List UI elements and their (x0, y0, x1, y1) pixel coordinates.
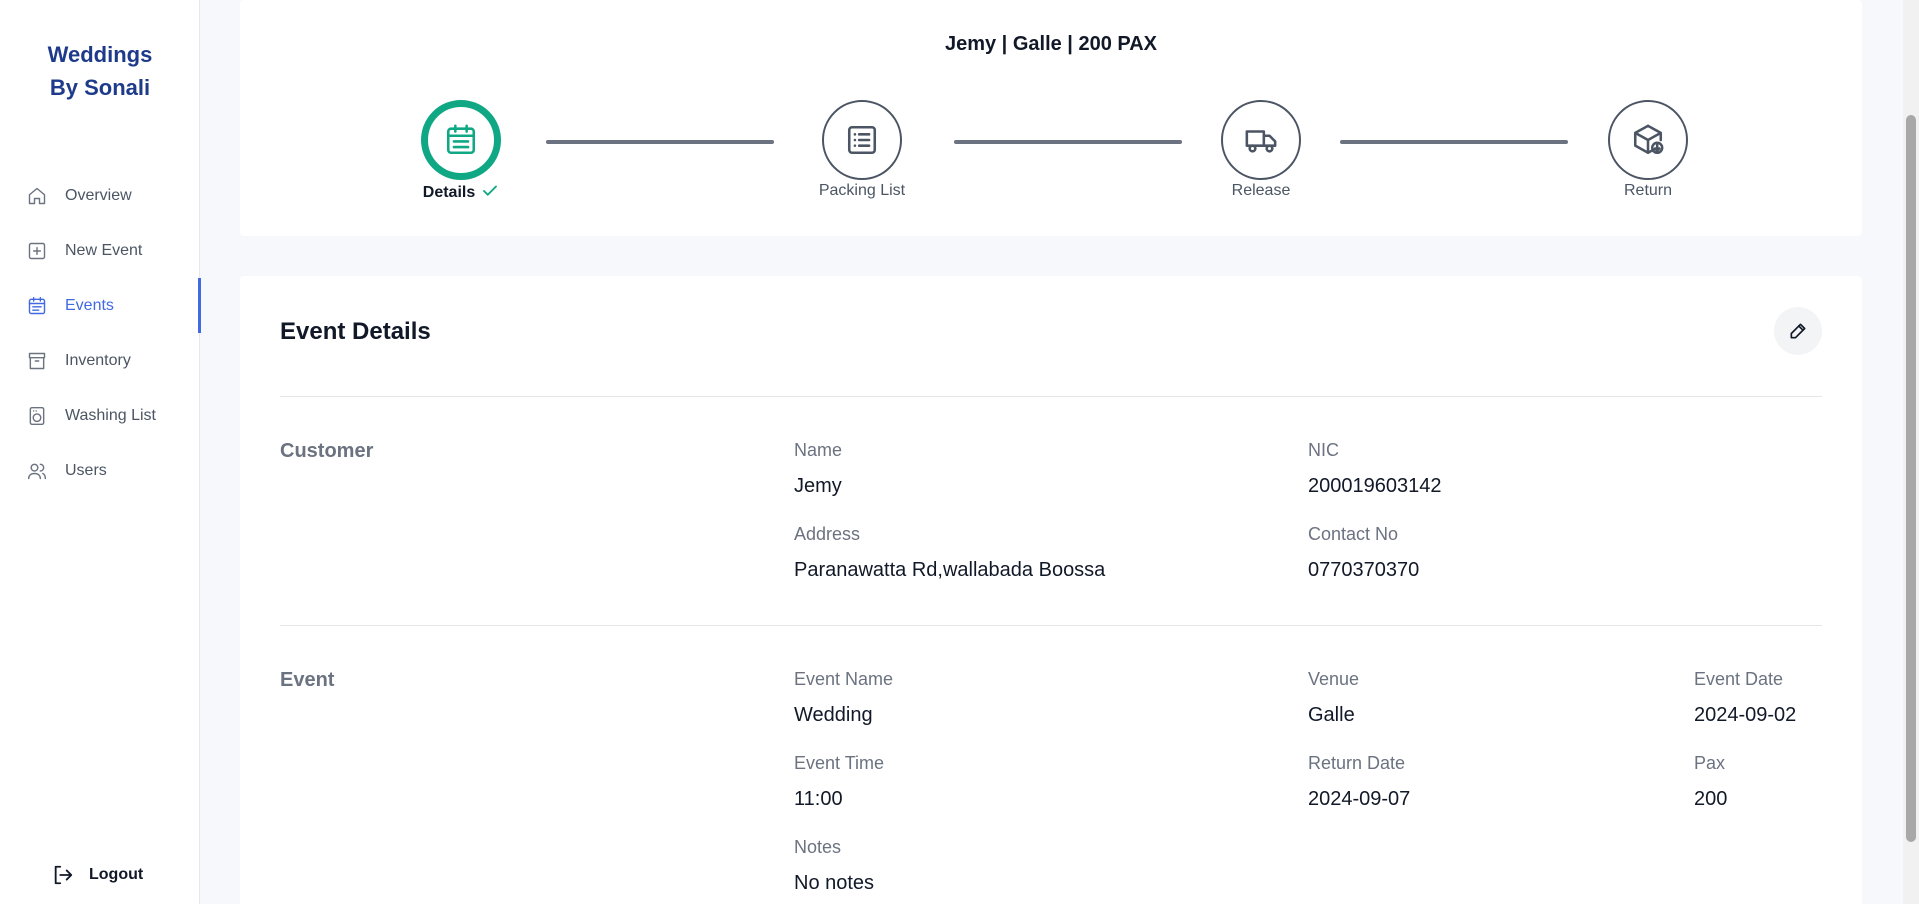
step-details[interactable] (421, 100, 501, 180)
logout-button[interactable]: Logout (52, 864, 143, 886)
calendar-list-icon (446, 124, 476, 155)
return-date-value: 2024-09-07 (1308, 788, 1411, 810)
venue-value: Galle (1308, 704, 1355, 726)
logout-icon (54, 865, 73, 885)
step-label-text: Details (422, 184, 476, 201)
scrollbar-thumb[interactable] (1906, 115, 1916, 842)
event-name-label: Event Name (794, 669, 894, 689)
box-return-icon (1633, 124, 1664, 155)
calendar-icon (26, 295, 48, 317)
step-return[interactable] (1608, 100, 1688, 180)
washing-machine-icon (26, 405, 48, 427)
step-release[interactable] (1221, 100, 1301, 180)
sidebar-item-washing-list[interactable]: Washing List (0, 388, 200, 443)
plus-square-icon (26, 240, 48, 262)
brand-logo[interactable]: Weddings By Sonali (0, 38, 200, 104)
step-details-label: Details (371, 182, 551, 205)
list-icon (847, 125, 877, 155)
notes-value: No notes (794, 872, 875, 894)
check-icon (481, 182, 499, 205)
event-details-heading: Event Details (280, 318, 431, 345)
event-details-card: Event Details Customer Name Jemy NIC 200… (240, 276, 1862, 904)
sidebar-item-new-event[interactable]: New Event (0, 223, 200, 278)
brand-line-1: Weddings (47, 42, 153, 67)
step-packing-list[interactable] (822, 100, 902, 180)
event-date-value: 2024-09-02 (1694, 704, 1797, 726)
event-date-label: Event Date (1694, 669, 1784, 689)
logout-label: Logout (89, 866, 144, 883)
page-scrollbar[interactable] (1903, 0, 1919, 904)
sidebar-item-label: Overview (65, 186, 132, 204)
customer-address-value: Paranawatta Rd,wallabada Boossa (794, 559, 1106, 581)
edit-button[interactable] (1774, 307, 1822, 355)
step-packing-list-label: Packing List (818, 182, 906, 199)
sidebar-item-events[interactable]: Events (0, 278, 201, 333)
customer-section-title: Customer (280, 440, 374, 462)
customer-nic-value: 200019603142 (1308, 475, 1442, 497)
divider (280, 396, 1822, 397)
pencil-icon (1790, 323, 1806, 339)
event-section-title: Event (280, 669, 335, 691)
pax-value: 200 (1694, 788, 1728, 810)
sidebar-item-overview[interactable]: Overview (0, 168, 200, 223)
step-connector (1340, 140, 1568, 144)
event-time-label: Event Time (794, 753, 885, 773)
step-connector (546, 140, 774, 144)
step-return-label: Return (1623, 182, 1673, 199)
pax-label: Pax (1694, 753, 1726, 773)
customer-contact-label: Contact No (1308, 524, 1399, 544)
venue-label: Venue (1308, 669, 1360, 689)
sidebar: Weddings By Sonali Overview New Event Ev… (0, 0, 201, 904)
notes-label: Notes (794, 837, 842, 857)
event-time-value: 11:00 (794, 788, 843, 810)
sidebar-item-label: Users (65, 461, 107, 479)
sidebar-item-label: Inventory (65, 351, 131, 369)
sidebar-nav: Overview New Event Events Inventory Wash… (0, 168, 201, 498)
truck-icon (1245, 130, 1277, 153)
archive-icon (26, 350, 48, 372)
home-icon (26, 185, 48, 207)
event-summary-title: Jemy | Galle | 200 PAX (944, 33, 1158, 55)
brand-line-2: By Sonali (49, 75, 151, 100)
users-icon (26, 460, 48, 482)
step-release-label: Release (1231, 182, 1291, 199)
sidebar-item-label: New Event (65, 241, 143, 259)
return-date-label: Return Date (1308, 753, 1406, 773)
sidebar-item-label: Events (65, 296, 114, 314)
customer-contact-value: 0770370370 (1308, 559, 1420, 581)
customer-name-value: Jemy (794, 475, 842, 497)
customer-name-label: Name (794, 440, 843, 460)
customer-address-label: Address (794, 524, 861, 544)
event-progress-card: Jemy | Galle | 200 PAX Details Packing L… (240, 0, 1862, 236)
sidebar-item-label: Washing List (65, 406, 156, 424)
sidebar-item-users[interactable]: Users (0, 443, 200, 498)
sidebar-item-inventory[interactable]: Inventory (0, 333, 200, 388)
step-connector (954, 140, 1182, 144)
divider (280, 625, 1822, 626)
event-name-value: Wedding (794, 704, 873, 726)
customer-nic-label: NIC (1308, 440, 1339, 460)
